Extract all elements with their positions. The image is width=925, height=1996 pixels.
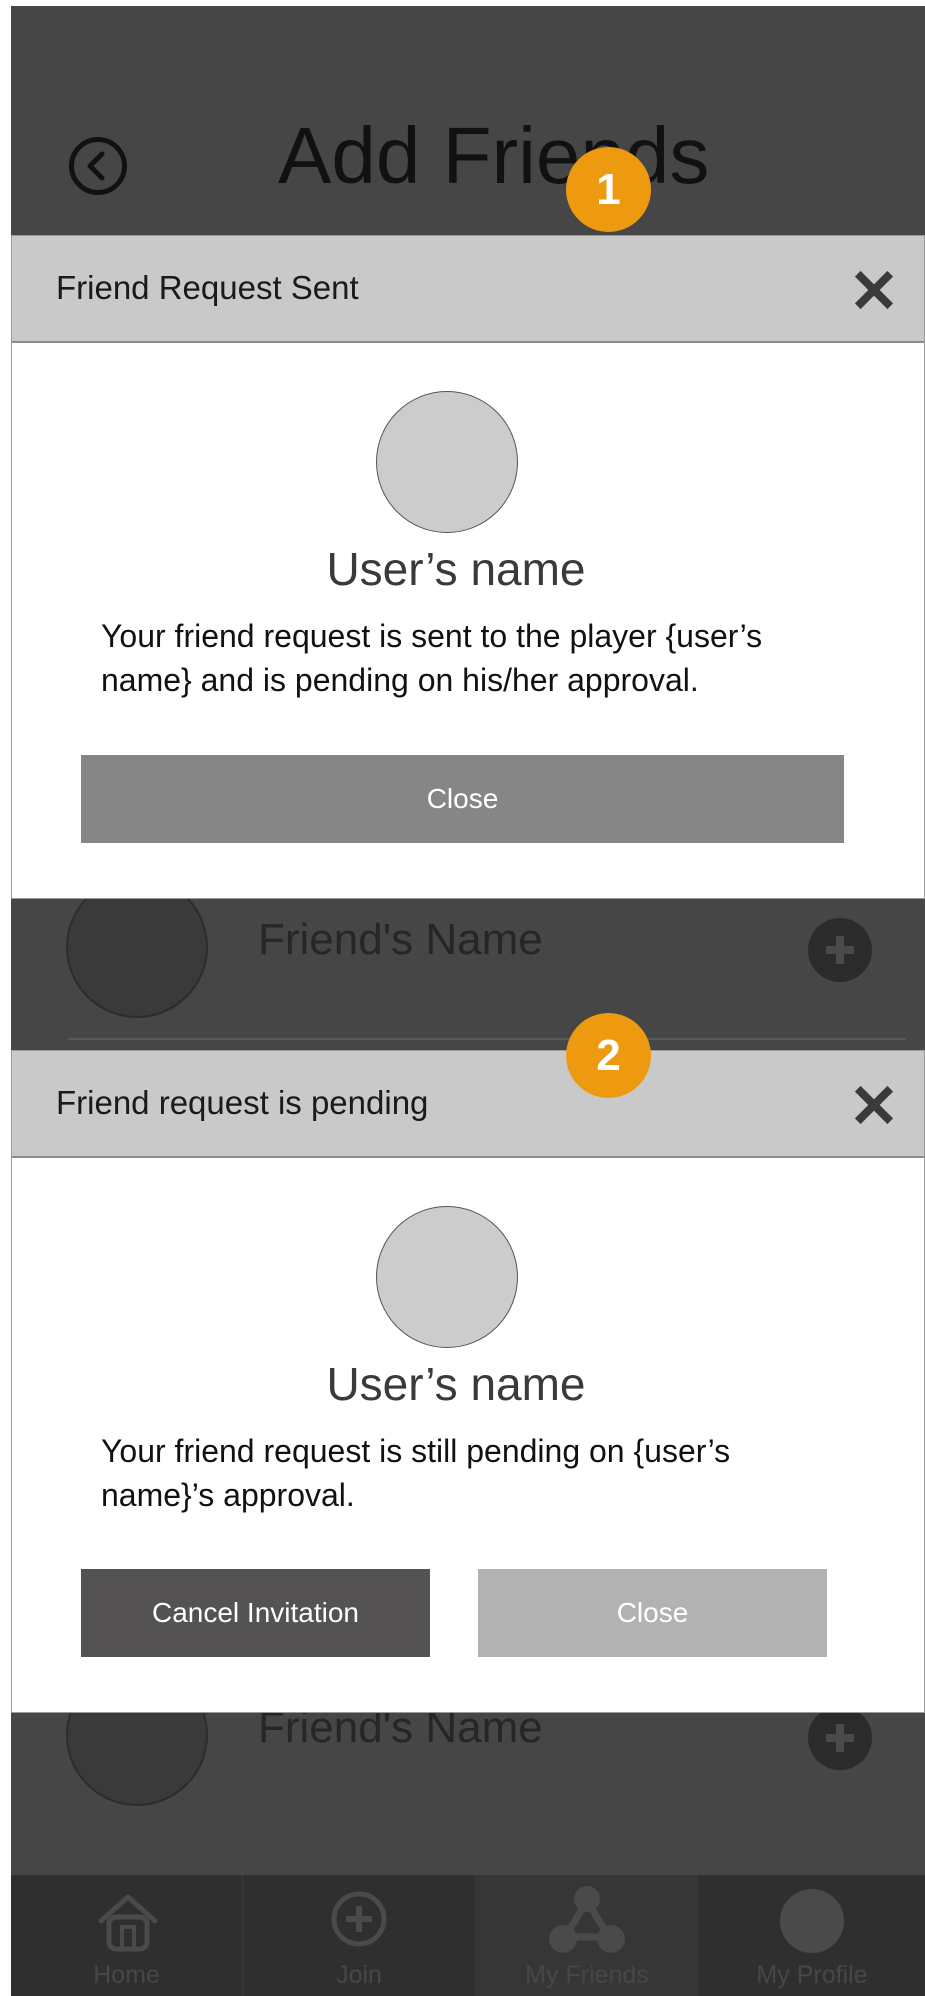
tab-label: My Profile — [756, 1961, 868, 1989]
user-name: User’s name — [326, 543, 586, 595]
close-icon[interactable] — [855, 271, 893, 309]
friend-request-pending-dialog: Friend request is pending User’s name Yo… — [11, 1050, 925, 1713]
dialog-message: Your friend request is sent to the playe… — [101, 618, 763, 698]
bottom-tab-bar: Home Join My Friends My Profile — [11, 1875, 925, 1996]
user-avatar — [376, 391, 518, 533]
circle-plus-icon[interactable] — [808, 918, 872, 982]
cancel-invitation-button[interactable]: Cancel Invitation — [81, 1569, 430, 1657]
tab-label: Home — [93, 1961, 160, 1989]
network-icon — [549, 1886, 625, 1953]
dialog-header: Friend Request Sent — [12, 236, 924, 343]
add-friends-screen: Add Friends Friend's Name Friend's Name … — [11, 6, 925, 1996]
tab-label: My Friends — [525, 1961, 649, 1989]
avatar-icon — [780, 1889, 844, 1953]
dialog-title: Friend request is pending — [56, 1084, 429, 1121]
close-button[interactable]: Close — [478, 1569, 827, 1657]
tab-my-profile[interactable]: My Profile — [699, 1875, 925, 1996]
tab-home[interactable]: Home — [11, 1875, 243, 1996]
circle-plus-icon — [331, 1891, 387, 1947]
dialog-message: Your friend request is still pending on … — [101, 1433, 731, 1513]
circle-chevron-left-icon[interactable] — [69, 137, 127, 195]
step-badge: 1 — [566, 147, 651, 232]
dialog-title: Friend Request Sent — [56, 269, 359, 306]
tab-my-friends[interactable]: My Friends — [475, 1875, 699, 1996]
tab-join[interactable]: Join — [243, 1875, 475, 1996]
friend-request-sent-dialog: Friend Request Sent User’s name Your fri… — [11, 235, 925, 899]
home-icon — [98, 1894, 158, 1952]
close-button[interactable]: Close — [81, 755, 844, 843]
friend-name: Friend's Name — [258, 915, 543, 964]
row-divider — [68, 1038, 906, 1040]
tab-label: Join — [336, 1961, 382, 1989]
user-avatar — [376, 1206, 518, 1348]
step-badge: 2 — [566, 1013, 651, 1098]
close-icon[interactable] — [855, 1086, 893, 1124]
user-name: User’s name — [326, 1358, 586, 1410]
circle-plus-icon[interactable] — [808, 1706, 872, 1770]
dialog-header: Friend request is pending — [12, 1051, 924, 1158]
